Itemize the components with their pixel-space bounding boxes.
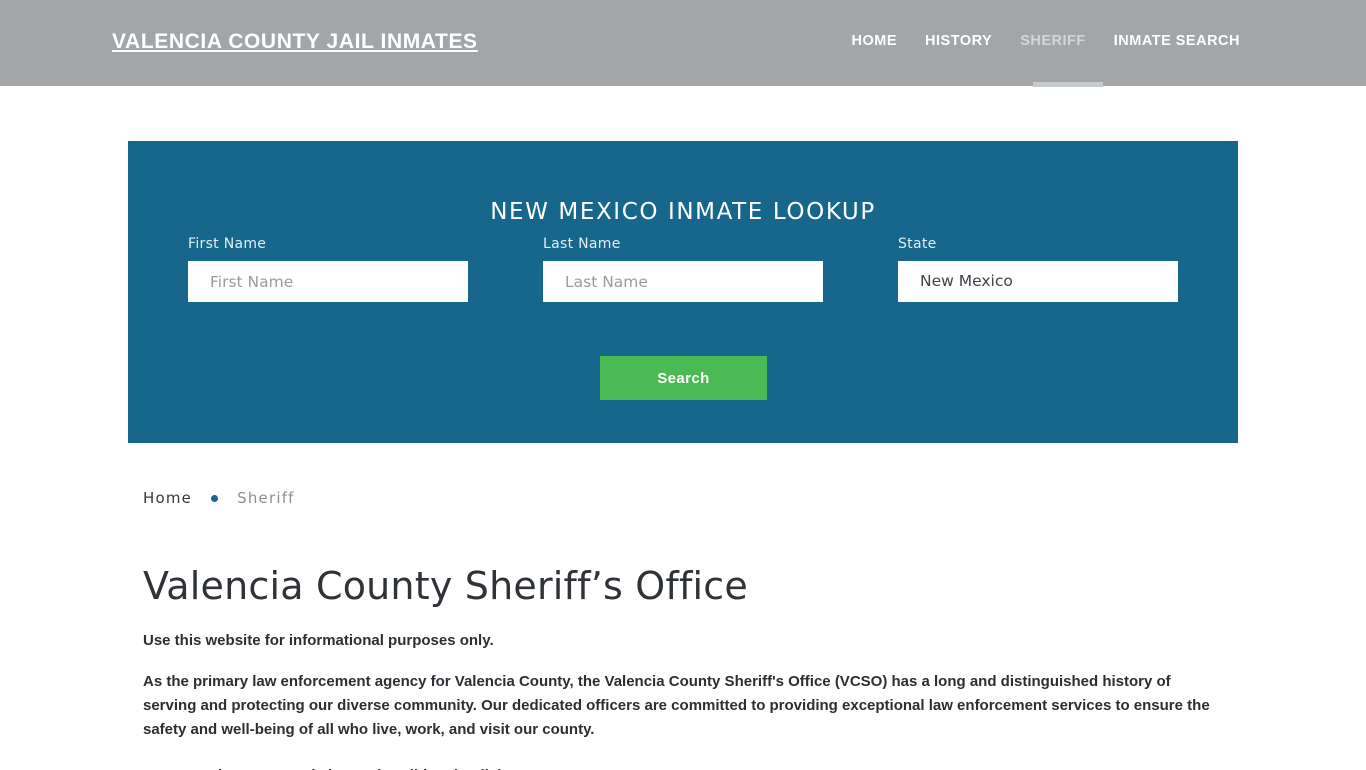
lookup-panel-title: NEW MEXICO INMATE LOOKUP [490,199,876,226]
last-name-label: Last Name [543,236,621,252]
next-paragraph-clipped: Our commitment extends beyond traditiona… [143,764,1223,770]
site-brand-title[interactable]: VALENCIA COUNTY JAIL INMATES [112,30,478,54]
page-title: Valencia County Sheriff’s Office [143,564,748,608]
breadcrumb-item-home[interactable]: Home [143,489,192,507]
nav-active-indicator [1033,82,1103,87]
disclaimer-text: Use this website for informational purpo… [143,631,494,649]
last-name-input[interactable] [543,261,823,302]
breadcrumb-separator-dot-icon [211,494,219,502]
first-name-field-group: First Name [188,236,468,302]
nav-item-sheriff[interactable]: SHERIFF [1006,33,1100,49]
breadcrumb: Home Sheriff [143,478,1233,518]
main-navigation: HOME HISTORY SHERIFF INMATE SEARCH [838,33,1254,49]
nav-item-inmate-search[interactable]: INMATE SEARCH [1100,33,1254,49]
last-name-field-group: Last Name [543,236,823,302]
inmate-lookup-panel: NEW MEXICO INMATE LOOKUP First Name Last… [128,141,1238,443]
breadcrumb-item-current: Sheriff [237,489,295,507]
state-select[interactable]: New Mexico [898,261,1178,302]
nav-item-history[interactable]: HISTORY [911,33,1006,49]
intro-paragraph: As the primary law enforcement agency fo… [143,672,1210,739]
first-name-label: First Name [188,236,267,252]
state-label: State [898,236,937,252]
first-name-input[interactable] [188,261,468,302]
search-button[interactable]: Search [600,356,767,400]
nav-item-home[interactable]: HOME [838,33,912,49]
main-content: Home Sheriff Valencia County Sheriff’s O… [143,478,1233,770]
state-field-group: State New Mexico [898,236,1178,302]
site-header: VALENCIA COUNTY JAIL INMATES HOME HISTOR… [0,0,1366,87]
